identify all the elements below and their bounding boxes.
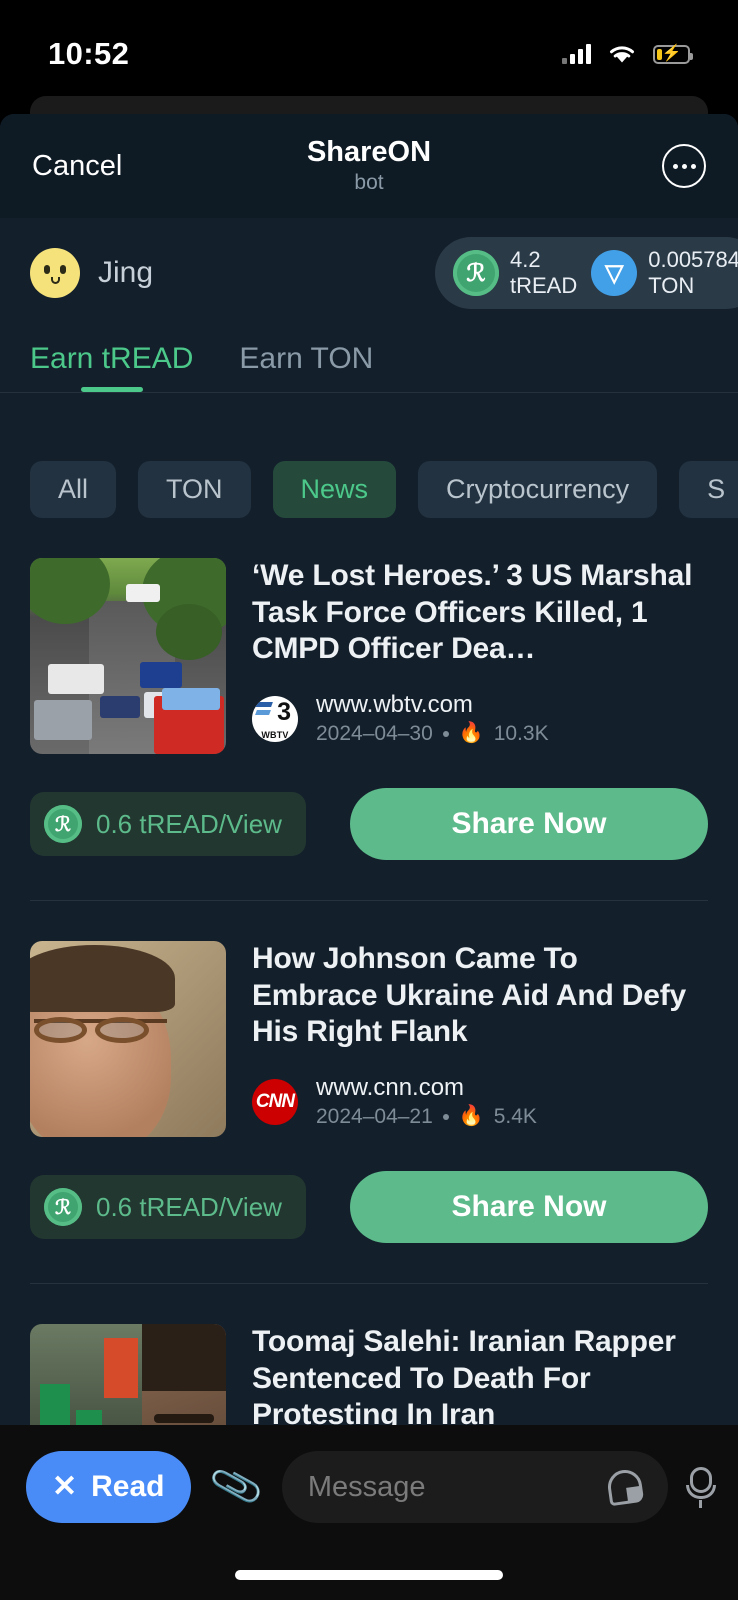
flame-icon: 🔥	[458, 722, 484, 745]
username-label: Jing	[98, 256, 154, 289]
microphone-icon[interactable]	[686, 1467, 716, 1508]
home-indicator	[235, 1570, 503, 1580]
status-bar-indicators: ⚡	[562, 35, 693, 65]
article-date: 2024–04–30	[316, 721, 433, 745]
sticker-icon[interactable]	[605, 1467, 645, 1507]
webapp-sheet: Cancel ShareON bot Jing ℛ 4.2 tREAD ▽ 0.…	[0, 114, 738, 1600]
article-action-row: ℛ 0.6 tREAD/View Share Now	[30, 788, 708, 860]
meta-separator-dot	[442, 730, 449, 737]
status-bar: 10:52 ⚡	[0, 0, 738, 100]
article-action-row: ℛ 0.6 tREAD/View Share Now	[30, 1171, 708, 1243]
article-card[interactable]: How Johnson Came To Embrace Ukraine Aid …	[30, 901, 708, 1284]
article-source-url: www.wbtv.com	[316, 690, 473, 718]
chip-news[interactable]: News	[272, 461, 397, 518]
balance-tread-text: 4.2 tREAD	[510, 247, 577, 299]
category-chips: All TON News Cryptocurrency S	[0, 393, 738, 518]
user-avatar-icon	[30, 248, 80, 298]
article-thumbnail	[30, 558, 226, 754]
article-body: ‘We Lost Heroes.’ 3 US Marshal Task Forc…	[252, 558, 708, 754]
status-bar-clock: 10:52	[48, 36, 130, 71]
chip-partial-next[interactable]: S	[679, 461, 738, 518]
tread-coin-icon: ℛ	[44, 1188, 82, 1226]
article-headline: How Johnson Came To Embrace Ukraine Aid …	[252, 942, 686, 1049]
wbtv-logo-icon: 3 WBTV	[252, 695, 298, 742]
flame-icon: 🔥	[458, 1105, 484, 1128]
more-options-icon[interactable]	[662, 144, 706, 188]
phone-screen: 10:52 ⚡ Cancel ShareON bot Jing ℛ 4.2 tR…	[0, 0, 738, 1600]
balance-tread-amount: 4.2	[509, 247, 541, 273]
article-source-row: 3 WBTV www.wbtv.com 2024–04–30 🔥 10.3K	[252, 690, 708, 748]
navigation-bar: Cancel ShareON bot	[0, 114, 738, 218]
earn-tabs: Earn tREAD Earn TON	[0, 328, 738, 393]
article-meta: 2024–04–30 🔥 10.3K	[316, 720, 549, 748]
paperclip-icon[interactable]: 📎	[202, 1445, 271, 1529]
tread-coin-icon: ℛ	[452, 250, 499, 296]
tread-coin-icon: ℛ	[44, 805, 82, 843]
reward-label: 0.6 tREAD/View	[96, 1191, 282, 1222]
cnn-logo-icon: CNN	[252, 1078, 298, 1125]
article-source-text: www.cnn.com 2024–04–21 🔥 5.4K	[316, 1073, 537, 1131]
account-row: Jing ℛ 4.2 tREAD ▽ 0.005784 TON	[0, 218, 738, 328]
tab-earn-ton[interactable]: Earn TON	[239, 342, 373, 392]
meta-separator-dot	[442, 1113, 449, 1120]
article-feed: ‘We Lost Heroes.’ 3 US Marshal Task Forc…	[0, 518, 738, 1520]
reward-badge: ℛ 0.6 tREAD/View	[30, 792, 306, 856]
message-placeholder: Message	[307, 1470, 426, 1503]
balance-pill[interactable]: ℛ 4.2 tREAD ▽ 0.005784 TON	[434, 237, 738, 309]
article-headline: ‘We Lost Heroes.’ 3 US Marshal Task Forc…	[252, 559, 693, 666]
cellular-bars-icon	[562, 44, 591, 64]
close-icon[interactable]: ✕	[52, 1472, 77, 1502]
article-source-text: www.wbtv.com 2024–04–30 🔥 10.3K	[316, 690, 549, 748]
balance-ton-symbol: TON	[648, 273, 695, 298]
article-top: ‘We Lost Heroes.’ 3 US Marshal Task Forc…	[30, 558, 708, 754]
balance-tread[interactable]: ℛ 4.2 tREAD	[452, 247, 577, 299]
balance-ton-amount: 0.005784	[648, 247, 738, 273]
cancel-button[interactable]: Cancel	[32, 150, 122, 183]
article-body: How Johnson Came To Embrace Ukraine Aid …	[252, 941, 708, 1137]
read-webapp-button[interactable]: ✕ Read	[26, 1451, 191, 1523]
article-card[interactable]: ‘We Lost Heroes.’ 3 US Marshal Task Forc…	[30, 518, 708, 901]
chip-ton[interactable]: TON	[138, 461, 251, 518]
chip-all[interactable]: All	[30, 461, 117, 518]
share-now-button[interactable]: Share Now	[349, 788, 708, 860]
wifi-icon	[610, 46, 634, 63]
article-views: 5.4K	[493, 1104, 537, 1128]
article-source-url: www.cnn.com	[316, 1073, 465, 1101]
share-now-button[interactable]: Share Now	[349, 1171, 708, 1243]
balance-tread-symbol: tREAD	[509, 273, 578, 298]
read-button-label: Read	[91, 1470, 165, 1503]
message-input[interactable]: Message	[281, 1451, 668, 1523]
article-date: 2024–04–21	[316, 1104, 433, 1128]
article-meta: 2024–04–21 🔥 5.4K	[316, 1103, 537, 1131]
page-subtitle: bot	[354, 171, 384, 195]
article-headline: Toomaj Salehi: Iranian Rapper Sentenced …	[252, 1325, 676, 1432]
article-thumbnail	[30, 941, 226, 1137]
reward-label: 0.6 tREAD/View	[96, 808, 282, 839]
balance-ton[interactable]: ▽ 0.005784 TON	[591, 247, 738, 299]
article-top: How Johnson Came To Embrace Ukraine Aid …	[30, 941, 708, 1137]
reward-badge: ℛ 0.6 tREAD/View	[30, 1175, 306, 1239]
balance-ton-text: 0.005784 TON	[648, 247, 738, 299]
battery-charging-icon: ⚡	[653, 44, 693, 64]
page-title: ShareON	[306, 135, 432, 168]
ton-coin-icon: ▽	[591, 250, 638, 296]
article-source-row: CNN www.cnn.com 2024–04–21 🔥 5.4K	[252, 1073, 708, 1131]
article-views: 10.3K	[493, 721, 549, 745]
tab-earn-tread[interactable]: Earn tREAD	[30, 342, 193, 392]
chip-cryptocurrency[interactable]: Cryptocurrency	[418, 461, 658, 518]
message-composer: ✕ Read 📎 Message	[0, 1425, 738, 1600]
